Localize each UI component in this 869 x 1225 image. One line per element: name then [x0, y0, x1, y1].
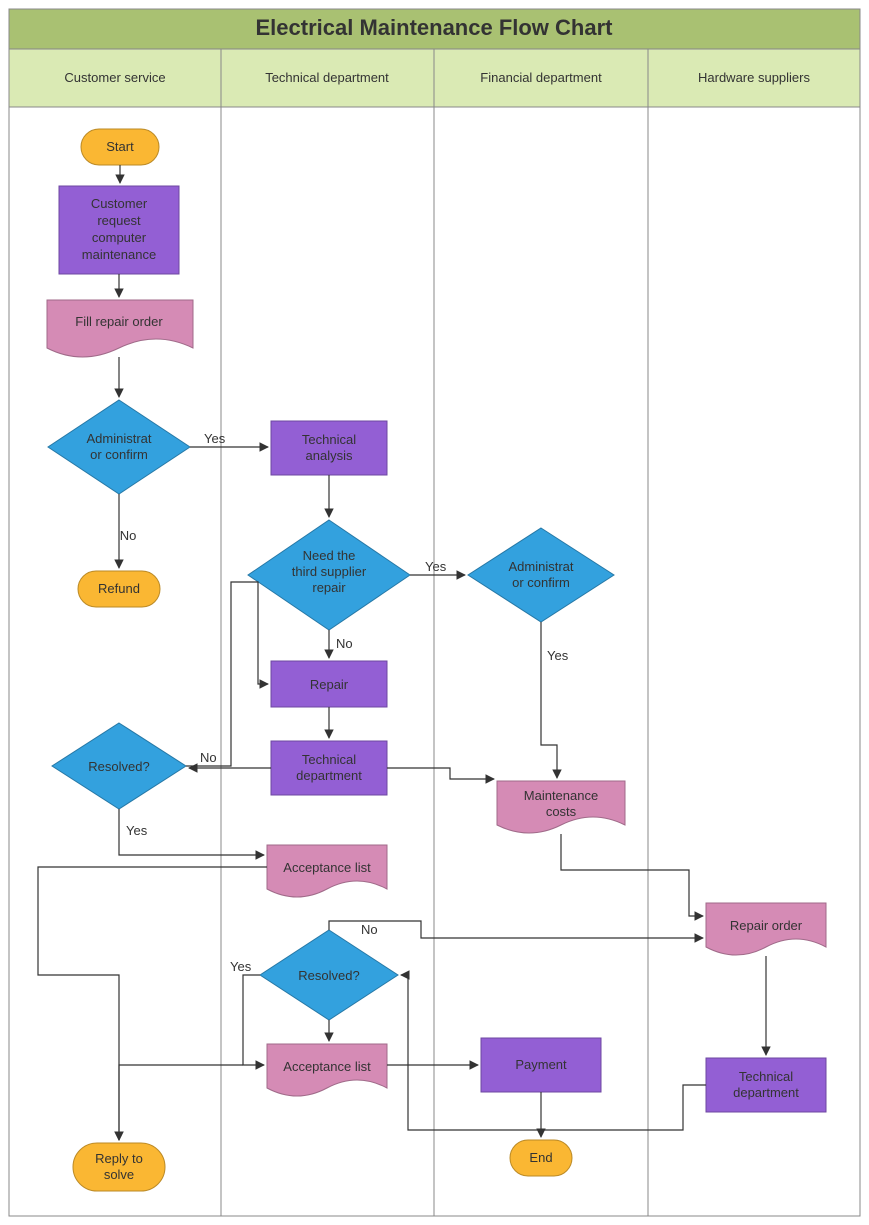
svg-text:Payment: Payment [515, 1057, 567, 1072]
lane-header-customer-service: Customer service [64, 70, 165, 85]
label-yes: Yes [204, 431, 226, 446]
svg-text:Maintenance: Maintenance [524, 788, 598, 803]
flowchart-svg: Electrical Maintenance Flow Chart Custom… [0, 0, 869, 1225]
svg-text:Start: Start [106, 139, 134, 154]
lane-header-technical: Technical department [265, 70, 389, 85]
lane-header-hardware: Hardware suppliers [698, 70, 810, 85]
svg-text:Technical: Technical [302, 432, 356, 447]
label-yes-4: Yes [126, 823, 148, 838]
svg-text:Customer: Customer [91, 196, 148, 211]
label-no-3: No [200, 750, 217, 765]
svg-text:Need the: Need the [303, 548, 356, 563]
svg-text:Resolved?: Resolved? [88, 759, 149, 774]
svg-text:or confirm: or confirm [90, 447, 148, 462]
svg-text:Resolved?: Resolved? [298, 968, 359, 983]
chart-title: Electrical Maintenance Flow Chart [256, 15, 614, 40]
flowchart-page: Electrical Maintenance Flow Chart Custom… [0, 0, 869, 1225]
svg-text:costs: costs [546, 804, 577, 819]
svg-text:or confirm: or confirm [512, 575, 570, 590]
svg-text:Reply to: Reply to [95, 1151, 143, 1166]
svg-text:Administrat: Administrat [86, 431, 151, 446]
svg-text:request: request [97, 213, 141, 228]
svg-text:Acceptance list: Acceptance list [283, 1059, 371, 1074]
svg-text:department: department [296, 768, 362, 783]
svg-text:Technical: Technical [739, 1069, 793, 1084]
lane-header-financial: Financial department [480, 70, 602, 85]
svg-text:Repair: Repair [310, 677, 349, 692]
svg-text:Repair order: Repair order [730, 918, 803, 933]
label-no-4: No [361, 922, 378, 937]
svg-text:third supplier: third supplier [292, 564, 367, 579]
svg-text:computer: computer [92, 230, 147, 245]
label-yes-3: Yes [547, 648, 569, 663]
svg-text:End: End [529, 1150, 552, 1165]
svg-text:Acceptance list: Acceptance list [283, 860, 371, 875]
svg-text:solve: solve [104, 1167, 134, 1182]
svg-text:Administrat: Administrat [508, 559, 573, 574]
svg-text:Refund: Refund [98, 581, 140, 596]
svg-text:department: department [733, 1085, 799, 1100]
label-yes-2: Yes [425, 559, 447, 574]
svg-text:Fill repair order: Fill repair order [75, 314, 163, 329]
svg-text:repair: repair [312, 580, 346, 595]
label-no: No [120, 528, 137, 543]
svg-text:analysis: analysis [306, 448, 353, 463]
svg-text:Technical: Technical [302, 752, 356, 767]
svg-text:maintenance: maintenance [82, 247, 156, 262]
label-yes-5: Yes [230, 959, 252, 974]
label-no-2: No [336, 636, 353, 651]
